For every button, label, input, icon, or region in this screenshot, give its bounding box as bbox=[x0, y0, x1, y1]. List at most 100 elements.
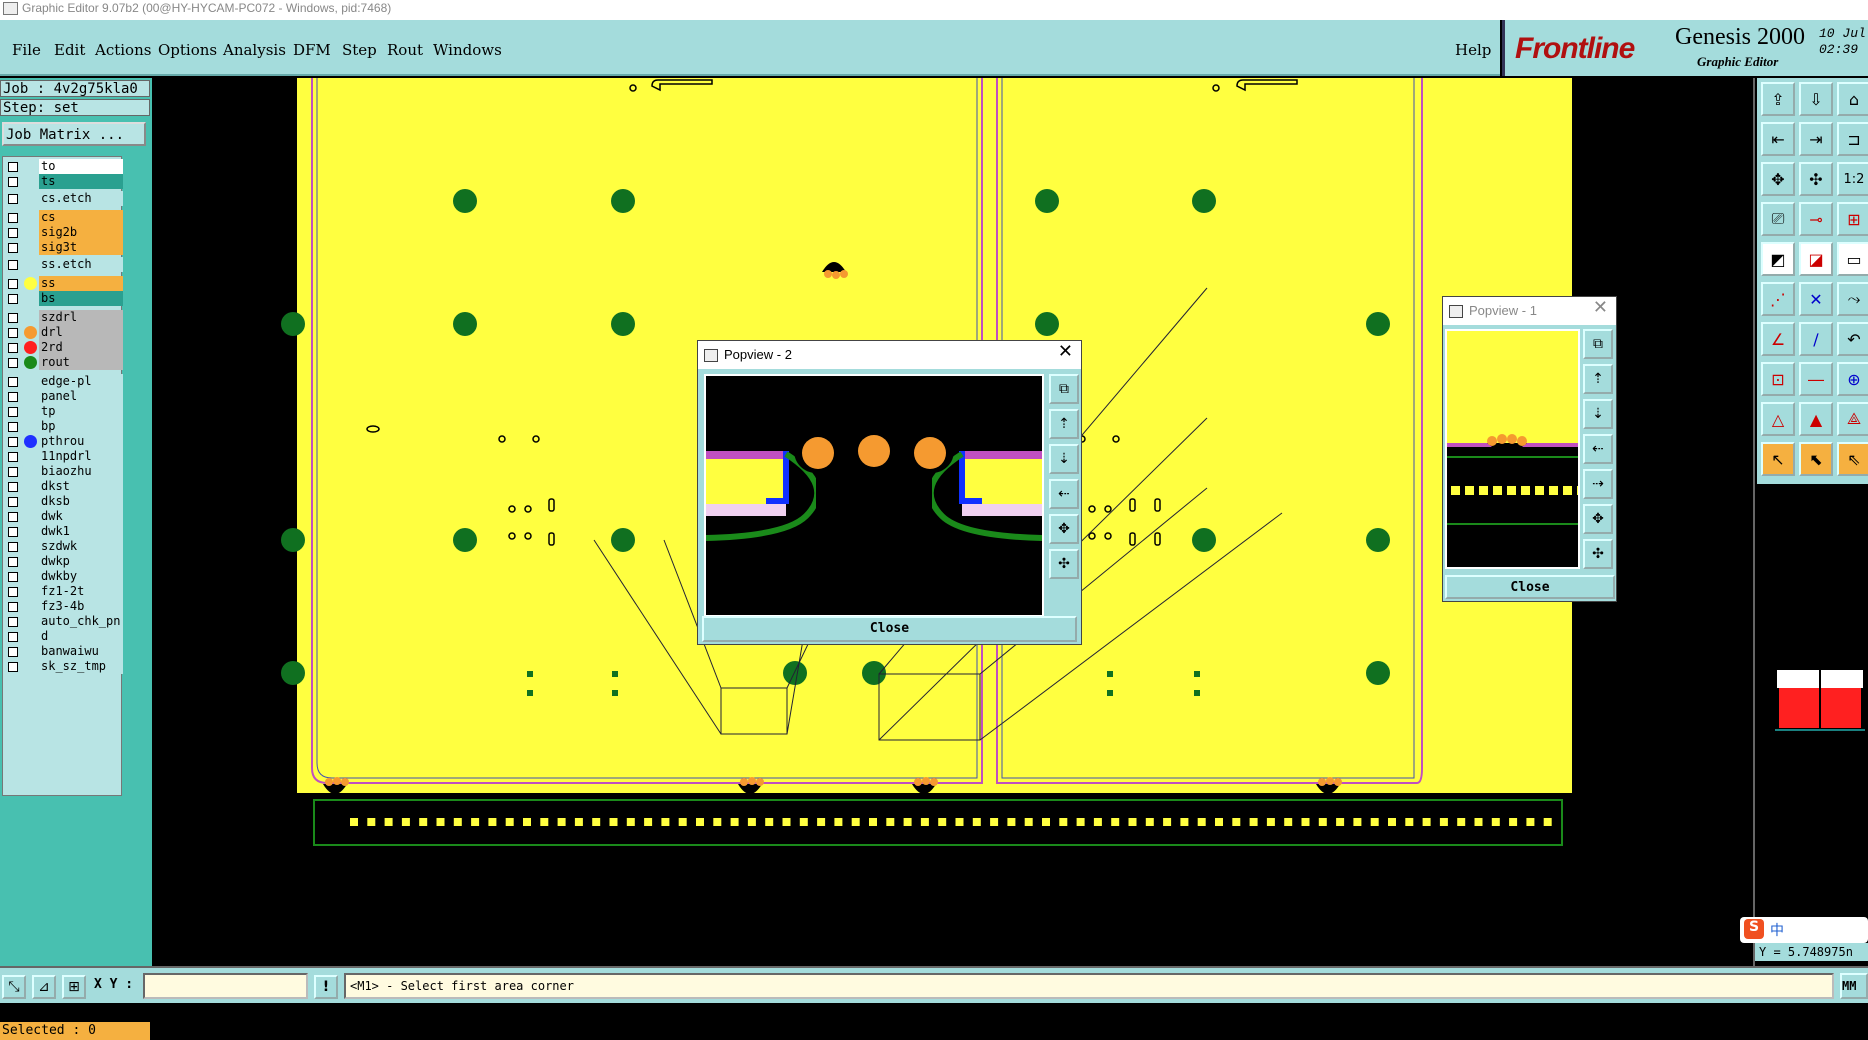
layer-checkbox[interactable] bbox=[8, 260, 18, 270]
layer-checkbox[interactable] bbox=[8, 392, 18, 402]
menu-step[interactable]: Step bbox=[342, 41, 377, 59]
close-icon[interactable]: ✕ bbox=[1593, 297, 1608, 318]
layer-checkbox[interactable] bbox=[8, 662, 18, 672]
layer-checkbox[interactable] bbox=[8, 452, 18, 462]
pointer-area-icon[interactable]: ⇖ bbox=[1837, 442, 1868, 476]
layer-checkbox[interactable] bbox=[8, 647, 18, 657]
pan-left-icon[interactable]: ⇠ bbox=[1583, 434, 1613, 464]
layer-checkbox[interactable] bbox=[8, 557, 18, 567]
triangle-icon[interactable]: △ bbox=[1761, 402, 1795, 436]
layer-checkbox[interactable] bbox=[8, 313, 18, 323]
layer-name[interactable]: drl bbox=[39, 325, 123, 340]
layer-row[interactable]: cs bbox=[5, 210, 123, 225]
layer-name[interactable]: auto_chk_pn bbox=[39, 614, 123, 629]
layer-row[interactable]: dkst bbox=[5, 479, 123, 494]
units-button[interactable]: MM bbox=[1840, 973, 1868, 999]
layer-checkbox[interactable] bbox=[8, 162, 18, 172]
net-icon[interactable]: ⊞ bbox=[1837, 202, 1868, 236]
popview-2-close-button[interactable]: Close bbox=[702, 616, 1077, 642]
layer-row[interactable]: edge-pl bbox=[5, 374, 123, 389]
ime-toolbar[interactable]: S 中 bbox=[1740, 917, 1868, 943]
layer-checkbox[interactable] bbox=[8, 602, 18, 612]
grid-icon[interactable]: ⊞ bbox=[62, 975, 86, 999]
layer-row[interactable]: 11npdrl bbox=[5, 449, 123, 464]
pan-left-icon[interactable]: ⇠ bbox=[1049, 479, 1079, 509]
layer-name[interactable]: 2rd bbox=[39, 340, 123, 355]
layer-checkbox[interactable] bbox=[8, 512, 18, 522]
layer-row[interactable]: fz3-4b bbox=[5, 599, 123, 614]
layer-name[interactable]: panel bbox=[39, 389, 123, 404]
grid-icon[interactable]: ⊕ bbox=[1837, 362, 1868, 396]
menu-actions[interactable]: Actions bbox=[95, 41, 151, 59]
grid-angle-icon[interactable]: ⊿ bbox=[32, 975, 56, 999]
layer-checkbox[interactable] bbox=[8, 497, 18, 507]
menu-options[interactable]: Options bbox=[158, 41, 217, 59]
menu-dfm[interactable]: DFM bbox=[293, 41, 331, 59]
triangle-alt-icon[interactable]: ⟁ bbox=[1837, 402, 1868, 436]
layer-name[interactable]: cs.etch bbox=[39, 191, 123, 206]
resize-icon[interactable]: ⤡ bbox=[2, 975, 26, 999]
layer-name[interactable]: ss.etch bbox=[39, 257, 123, 272]
layer-name[interactable]: cs bbox=[39, 210, 123, 225]
info-button[interactable]: ! bbox=[314, 975, 338, 999]
zoom-in-icon[interactable]: ✥ bbox=[1583, 504, 1613, 534]
zoom-home-icon[interactable]: ⧉ bbox=[1049, 374, 1079, 404]
arc-icon[interactable]: ↶ bbox=[1837, 322, 1868, 356]
layer-name[interactable]: ts bbox=[39, 174, 123, 189]
layer-checkbox[interactable] bbox=[8, 437, 18, 447]
layer-name[interactable]: biaozhu bbox=[39, 464, 123, 479]
angle-icon[interactable]: ∠ bbox=[1761, 322, 1795, 356]
layer-name[interactable]: fz3-4b bbox=[39, 599, 123, 614]
zoom-out-icon[interactable]: ✣ bbox=[1799, 162, 1833, 196]
popview-1-canvas[interactable] bbox=[1445, 329, 1580, 569]
layer-checkbox[interactable] bbox=[8, 377, 18, 387]
menu-rout[interactable]: Rout bbox=[387, 41, 423, 59]
layer-checkbox[interactable] bbox=[8, 572, 18, 582]
layer-row[interactable]: ss.etch bbox=[5, 257, 123, 272]
layer-checkbox[interactable] bbox=[8, 213, 18, 223]
layer-name[interactable]: dwk1 bbox=[39, 524, 123, 539]
layer-name[interactable]: d bbox=[39, 629, 123, 644]
layer-row[interactable]: ts bbox=[5, 174, 123, 189]
layer-name[interactable]: dwk bbox=[39, 509, 123, 524]
layer-name[interactable]: szdrl bbox=[39, 310, 123, 325]
zoom-out-icon[interactable]: ✣ bbox=[1583, 539, 1613, 569]
layer-name[interactable]: edge-pl bbox=[39, 374, 123, 389]
job-matrix-button[interactable]: Job Matrix ... bbox=[2, 122, 146, 146]
layer-name[interactable]: to bbox=[39, 159, 123, 174]
triangle-fill-icon[interactable]: ▲ bbox=[1799, 402, 1833, 436]
layer-name[interactable]: bs bbox=[39, 291, 123, 306]
layer-name[interactable]: banwaiwu bbox=[39, 644, 123, 659]
layer-row[interactable]: drl bbox=[5, 325, 123, 340]
layer-row[interactable]: dwkby bbox=[5, 569, 123, 584]
layer-name[interactable]: dksb bbox=[39, 494, 123, 509]
layer-checkbox[interactable] bbox=[8, 422, 18, 432]
menu-analysis[interactable]: Analysis bbox=[223, 41, 286, 59]
layer-checkbox[interactable] bbox=[8, 482, 18, 492]
popview-1-close-button[interactable]: Close bbox=[1445, 575, 1615, 599]
layer-name[interactable]: sig2b bbox=[39, 225, 123, 240]
menu-windows[interactable]: Windows bbox=[433, 41, 502, 59]
layer-row[interactable]: panel bbox=[5, 389, 123, 404]
layer-row[interactable]: 2rd bbox=[5, 340, 123, 355]
layer-name[interactable]: pthrou bbox=[39, 434, 123, 449]
upload-icon[interactable]: ⇪ bbox=[1761, 82, 1795, 116]
pan-down-icon[interactable]: ⇣ bbox=[1583, 399, 1613, 429]
layer-checkbox[interactable] bbox=[8, 194, 18, 204]
slash-icon[interactable]: ∕ bbox=[1799, 322, 1833, 356]
snap-icon[interactable]: ⊸ bbox=[1799, 202, 1833, 236]
line-icon[interactable]: ― bbox=[1799, 362, 1833, 396]
link-icon[interactable]: ⤳ bbox=[1837, 282, 1868, 316]
layer-row[interactable]: sig2b bbox=[5, 225, 123, 240]
menu-edit[interactable]: Edit bbox=[54, 41, 85, 59]
layer-name[interactable]: szdwk bbox=[39, 539, 123, 554]
home-icon[interactable]: ⌂ bbox=[1837, 82, 1868, 116]
layer-row[interactable]: to bbox=[5, 159, 123, 174]
layer-name[interactable]: fz1-2t bbox=[39, 584, 123, 599]
layer-name[interactable]: 11npdrl bbox=[39, 449, 123, 464]
zoom-fit-icon[interactable]: ⊐ bbox=[1837, 122, 1868, 156]
layer-checkbox[interactable] bbox=[8, 632, 18, 642]
layer-row[interactable]: banwaiwu bbox=[5, 644, 123, 659]
layer-name[interactable]: tp bbox=[39, 404, 123, 419]
layer-name[interactable]: ss bbox=[39, 276, 123, 291]
